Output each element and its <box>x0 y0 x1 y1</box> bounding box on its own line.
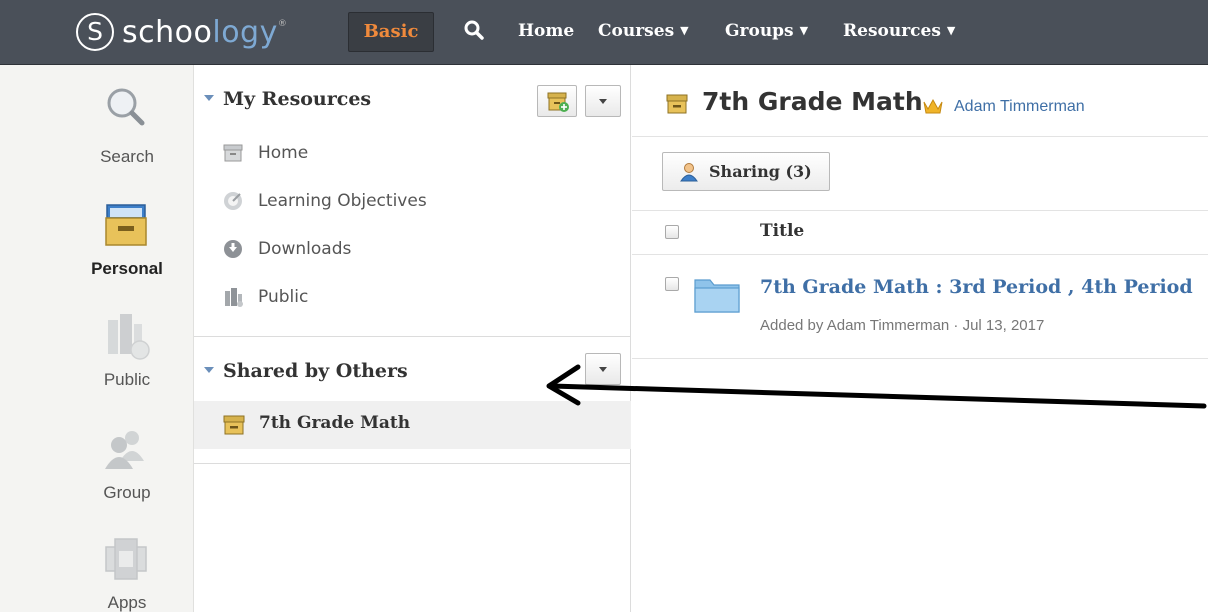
crown-icon <box>923 98 943 114</box>
shared-item-7th-grade-math[interactable]: 7th Grade Math <box>194 401 631 449</box>
add-collection-button[interactable] <box>537 85 577 117</box>
home-box-icon <box>223 144 243 162</box>
chevron-down-icon: ▼ <box>946 24 956 37</box>
sharing-button[interactable]: Sharing (3) <box>662 152 830 191</box>
resource-item-label: Downloads <box>258 239 352 259</box>
rail-item-group[interactable]: Group <box>60 425 194 525</box>
shared-by-others-header[interactable]: Shared by Others <box>194 352 631 392</box>
resource-item-home[interactable]: Home <box>222 137 308 169</box>
collapse-triangle-icon[interactable] <box>204 95 214 101</box>
top-navigation-bar: S schoology® Basic Home Courses ▼ Groups ▼… <box>0 0 1208 65</box>
collection-toolbar: Sharing (3) <box>632 137 1208 211</box>
rail-label: Apps <box>107 593 147 612</box>
user-icon <box>680 163 698 182</box>
shared-by-others-title: Shared by Others <box>223 360 408 382</box>
my-resources-options-dropdown[interactable] <box>585 85 621 117</box>
sharing-button-label: Sharing (3) <box>709 162 812 181</box>
rail-item-apps[interactable]: Apps <box>60 535 194 612</box>
shared-item-label: 7th Grade Math <box>259 413 411 433</box>
resource-item-downloads[interactable]: Downloads <box>222 233 351 265</box>
download-icon <box>224 240 242 258</box>
building-icon <box>225 288 243 307</box>
folder-title-link[interactable]: 7th Grade Math : 3rd Period , 4th Period <box>760 276 1193 298</box>
collection-box-icon <box>666 94 688 114</box>
folder-meta: Added by Adam Timmerman · Jul 13, 2017 <box>760 317 1045 334</box>
resource-item-learning-objectives[interactable]: Learning Objectives <box>222 185 427 217</box>
rail-item-personal[interactable]: Personal <box>60 201 194 301</box>
rail-label: Public <box>103 370 151 389</box>
rail-label: Personal <box>91 259 163 278</box>
collapse-triangle-icon[interactable] <box>204 367 214 373</box>
apps-icon <box>105 538 147 580</box>
nav-groups[interactable]: Groups ▼ <box>725 18 808 46</box>
section-divider <box>194 336 631 337</box>
chevron-down-icon: ▼ <box>680 24 689 37</box>
resource-type-rail: Search Personal Public Group Apps <box>0 65 194 612</box>
resource-item-label: Home <box>258 143 309 163</box>
logo-wordmark: schoology® <box>122 14 288 50</box>
rail-item-public[interactable]: Public <box>60 312 194 412</box>
resource-item-label: Learning Objectives <box>258 191 427 211</box>
logo-mark: S <box>76 13 114 51</box>
collection-header: 7th Grade Math Adam Timmerman <box>632 65 1208 137</box>
row-checkbox[interactable] <box>665 277 679 291</box>
collection-content: 7th Grade Math Adam Timmerman Sharing (3… <box>632 65 1208 612</box>
table-header-row: Title <box>632 211 1208 255</box>
shared-options-dropdown[interactable] <box>585 353 621 385</box>
nav-courses[interactable]: Courses ▼ <box>598 18 689 46</box>
chevron-down-icon: ▼ <box>799 24 809 37</box>
schoology-logo[interactable]: S schoology® <box>76 10 287 54</box>
chevron-down-icon <box>599 99 607 104</box>
rail-label: Search <box>100 147 154 166</box>
collection-title: 7th Grade Math <box>702 87 923 116</box>
search-icon[interactable] <box>462 18 486 42</box>
target-icon <box>224 192 242 210</box>
nav-resources[interactable]: Resources ▼ <box>843 18 955 46</box>
column-header-title: Title <box>760 221 805 241</box>
public-icon <box>108 314 150 360</box>
folder-icon <box>694 279 740 313</box>
basic-mode-button[interactable]: Basic <box>348 12 434 52</box>
chevron-down-icon <box>599 367 607 372</box>
add-box-icon <box>547 92 569 112</box>
resource-item-label: Public <box>258 287 309 307</box>
collection-owner-link[interactable]: Adam Timmerman <box>954 98 1085 116</box>
resource-item-public[interactable]: Public <box>222 281 308 313</box>
collection-box-icon <box>223 415 245 435</box>
group-icon <box>105 431 144 469</box>
rail-label: Group <box>103 483 151 502</box>
nav-home[interactable]: Home <box>518 18 574 44</box>
resources-panel: My Resources Home Learning Objectives Do… <box>194 65 631 612</box>
my-resources-title: My Resources <box>223 88 372 110</box>
table-row: 7th Grade Math : 3rd Period , 4th Period… <box>632 255 1208 359</box>
personal-box-icon <box>105 204 147 246</box>
section-divider <box>194 463 631 464</box>
magnifier-icon <box>107 88 145 126</box>
select-all-checkbox[interactable] <box>665 225 679 239</box>
rail-item-search[interactable]: Search <box>60 83 194 183</box>
